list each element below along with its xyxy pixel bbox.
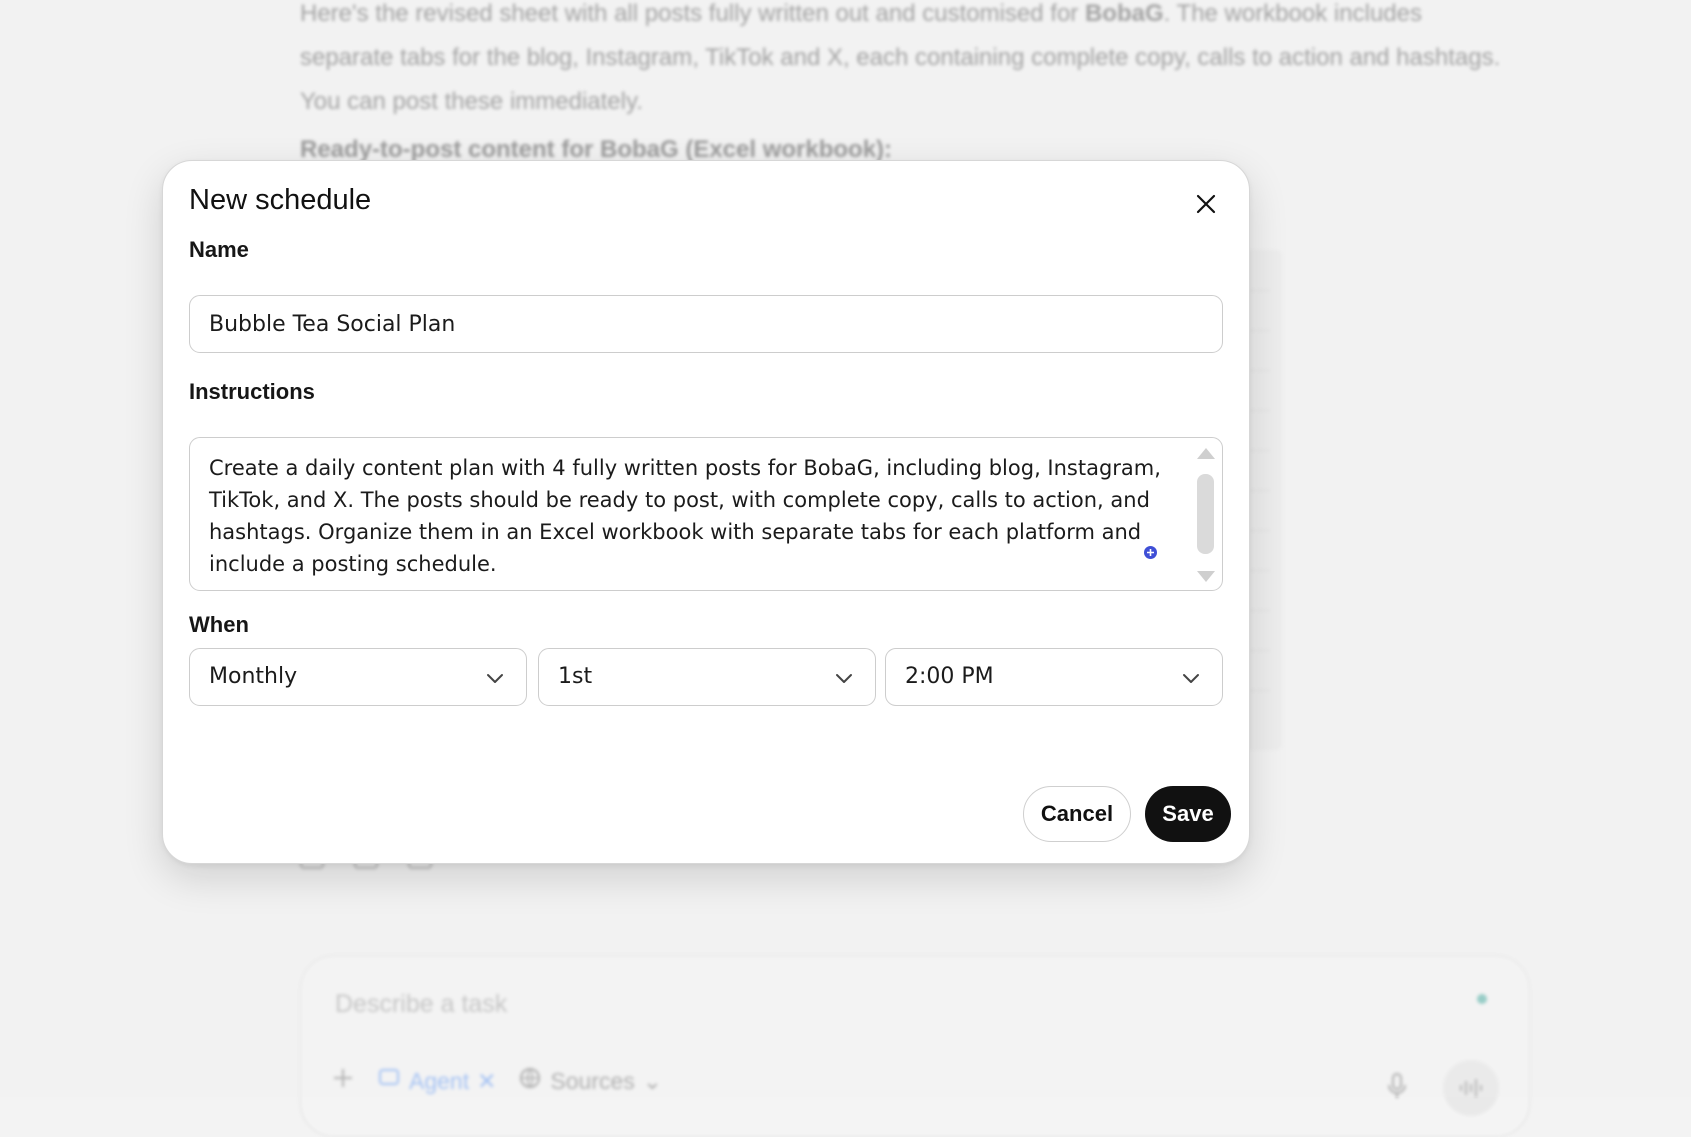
name-label: Name (189, 237, 249, 262)
frequency-select[interactable]: Monthly (189, 648, 527, 706)
time-select[interactable]: 2:00 PM (885, 648, 1223, 706)
scroll-down-arrow-icon[interactable] (1197, 571, 1215, 582)
chevron-down-icon (1183, 674, 1199, 683)
day-select[interactable]: 1st (538, 648, 876, 706)
frequency-value: Monthly (209, 664, 298, 689)
time-value: 2:00 PM (905, 664, 994, 689)
cancel-button[interactable]: Cancel (1023, 786, 1131, 842)
close-icon (1196, 194, 1216, 214)
scroll-thumb[interactable] (1197, 474, 1214, 554)
instructions-text: Create a daily content plan with 4 fully… (209, 456, 1161, 576)
add-circle-icon[interactable] (1143, 545, 1158, 560)
when-label: When (189, 612, 249, 637)
dialog-title: New schedule (189, 184, 372, 216)
chevron-down-icon (836, 674, 852, 683)
scroll-up-arrow-icon[interactable] (1197, 448, 1215, 459)
instructions-label: Instructions (189, 379, 315, 404)
day-value: 1st (558, 664, 593, 689)
save-button[interactable]: Save (1145, 786, 1231, 842)
instructions-textarea[interactable]: Create a daily content plan with 4 fully… (189, 437, 1223, 591)
chevron-down-icon (487, 674, 503, 683)
name-input[interactable] (189, 295, 1223, 353)
new-schedule-dialog: New schedule Name Instructions Create a … (162, 160, 1250, 864)
instructions-scrollbar[interactable] (1194, 446, 1216, 584)
close-button[interactable] (1189, 187, 1223, 221)
